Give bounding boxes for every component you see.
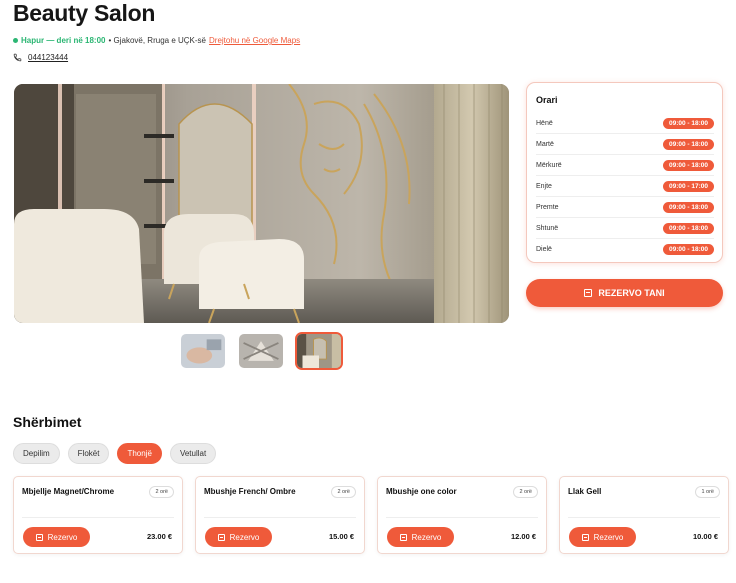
phone-icon bbox=[13, 53, 22, 62]
card-divider bbox=[386, 517, 538, 518]
service-name: Mbushje one color bbox=[386, 487, 457, 496]
reserve-now-button[interactable]: REZERVO TANI bbox=[526, 279, 723, 307]
service-duration: 2 orë bbox=[149, 486, 174, 498]
schedule-hours: 09:00 - 18:00 bbox=[662, 138, 714, 150]
reserve-service-button[interactable]: Rezervo bbox=[387, 527, 454, 547]
reserve-service-label: Rezervo bbox=[47, 532, 78, 542]
service-name: Llak Gell bbox=[568, 487, 602, 496]
schedule-day: Martë bbox=[536, 140, 554, 148]
open-status: Hapur — deri në 18:00 bbox=[21, 36, 106, 45]
schedule-row: Mërkurë 09:00 - 18:00 bbox=[536, 155, 714, 176]
schedule-hours: 09:00 - 18:00 bbox=[662, 117, 714, 129]
schedule-row: Premte 09:00 - 18:00 bbox=[536, 197, 714, 218]
reserve-service-button[interactable]: Rezervo bbox=[205, 527, 272, 547]
reserve-service-button[interactable]: Rezervo bbox=[569, 527, 636, 547]
schedule-hours: 09:00 - 18:00 bbox=[662, 201, 714, 213]
service-duration: 1 orë bbox=[695, 486, 720, 498]
category-tabs: Depilim Flokët Thonjë Vetullat bbox=[13, 443, 217, 464]
schedule-hours: 09:00 - 18:00 bbox=[662, 244, 714, 255]
category-tab-depilim[interactable]: Depilim bbox=[13, 443, 60, 464]
calendar-icon bbox=[584, 289, 593, 297]
calendar-icon bbox=[217, 533, 225, 541]
schedule-hours: 09:00 - 18:00 bbox=[662, 159, 714, 171]
schedule-row: Dielë 09:00 - 18:00 bbox=[536, 239, 714, 260]
schedule-day: Enjte bbox=[536, 182, 552, 190]
service-price: 23.00 € bbox=[146, 532, 172, 541]
service-price: 12.00 € bbox=[510, 532, 536, 541]
category-tab-thonje[interactable]: Thonjë bbox=[117, 443, 162, 464]
google-maps-link[interactable]: Drejtohu në Google Maps bbox=[209, 36, 300, 45]
gallery-thumb-2[interactable] bbox=[237, 332, 285, 370]
phone-row: 044123444 bbox=[13, 53, 68, 62]
gallery-thumb-3[interactable] bbox=[295, 332, 343, 370]
category-tab-vetullat[interactable]: Vetullat bbox=[169, 443, 217, 464]
reserve-service-label: Rezervo bbox=[411, 532, 442, 542]
schedule-row: Enjte 09:00 - 17:00 bbox=[536, 176, 714, 197]
page-title: Beauty Salon bbox=[13, 0, 156, 26]
status-dot-icon bbox=[13, 38, 18, 43]
schedule-row: Shtunë 09:00 - 18:00 bbox=[536, 218, 714, 239]
service-name: Mbushje French/ Ombre bbox=[204, 487, 296, 496]
schedule-row: Hënë 09:00 - 18:00 bbox=[536, 113, 714, 134]
schedule-day: Hënë bbox=[536, 119, 553, 127]
service-card: Llak Gell 1 orë Rezervo 10.00 € bbox=[559, 476, 729, 554]
card-divider bbox=[22, 517, 174, 518]
salon-hero-image bbox=[14, 84, 509, 323]
gallery-thumbnails bbox=[179, 332, 343, 370]
reserve-service-button[interactable]: Rezervo bbox=[23, 527, 90, 547]
calendar-icon bbox=[581, 533, 589, 541]
schedule-day: Premte bbox=[536, 203, 559, 211]
service-card: Mbushje French/ Ombre 2 orë Rezervo 15.0… bbox=[195, 476, 365, 554]
service-price: 10.00 € bbox=[692, 532, 718, 541]
card-divider bbox=[568, 517, 720, 518]
address: • Gjakovë, Rruga e UÇK-së bbox=[108, 36, 206, 45]
service-price: 15.00 € bbox=[328, 532, 354, 541]
service-cards: Mbjellje Magnet/Chrome 2 orë Rezervo 23.… bbox=[13, 476, 729, 554]
service-duration: 2 orë bbox=[331, 486, 356, 498]
reserve-now-label: REZERVO TANI bbox=[598, 288, 665, 298]
service-name: Mbjellje Magnet/Chrome bbox=[22, 487, 115, 496]
card-divider bbox=[204, 517, 356, 518]
salon-meta: Hapur — deri në 18:00 • Gjakovë, Rruga e… bbox=[13, 36, 300, 45]
service-duration: 2 orë bbox=[513, 486, 538, 498]
schedule-hours: 09:00 - 18:00 bbox=[662, 222, 714, 234]
reserve-service-label: Rezervo bbox=[229, 532, 260, 542]
schedule-hours: 09:00 - 17:00 bbox=[662, 180, 714, 192]
reserve-service-label: Rezervo bbox=[593, 532, 624, 542]
calendar-icon bbox=[35, 533, 43, 541]
service-card: Mbjellje Magnet/Chrome 2 orë Rezervo 23.… bbox=[13, 476, 183, 554]
schedule-day: Mërkurë bbox=[536, 161, 562, 169]
schedule-day: Shtunë bbox=[536, 224, 559, 232]
schedule-title: Orari bbox=[536, 95, 558, 105]
phone-link[interactable]: 044123444 bbox=[28, 53, 68, 62]
calendar-icon bbox=[399, 533, 407, 541]
services-title: Shërbimet bbox=[13, 414, 82, 430]
schedule-day: Dielë bbox=[536, 246, 552, 253]
service-card: Mbushje one color 2 orë Rezervo 12.00 € bbox=[377, 476, 547, 554]
schedule-card: Orari Hënë 09:00 - 18:00 Martë 09:00 - 18:… bbox=[526, 82, 723, 263]
schedule-row: Martë 09:00 - 18:00 bbox=[536, 134, 714, 155]
gallery-thumb-1[interactable] bbox=[179, 332, 227, 370]
category-tab-floket[interactable]: Flokët bbox=[67, 443, 110, 464]
